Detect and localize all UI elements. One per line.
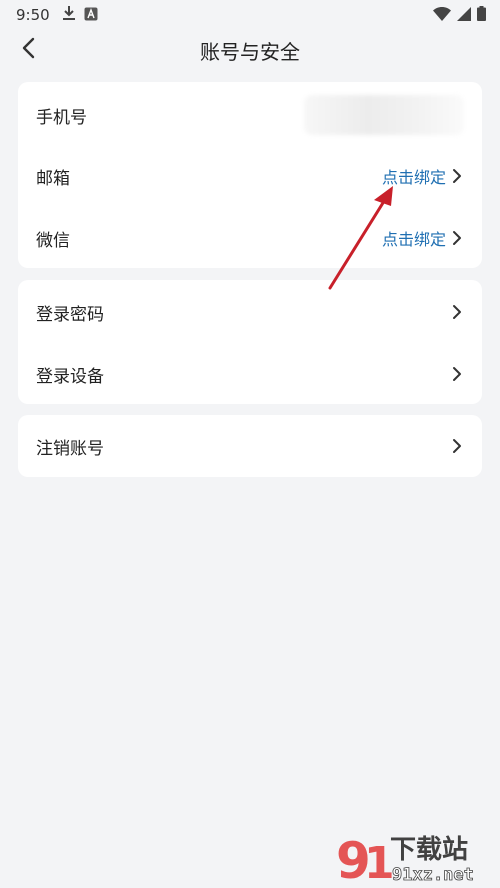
- status-icons-left: [62, 5, 98, 25]
- back-button[interactable]: [14, 36, 42, 64]
- header: 账号与安全: [0, 30, 500, 70]
- row-email-right[interactable]: 点击绑定: [382, 164, 464, 188]
- chevron-right-icon: [450, 437, 464, 455]
- row-cancel-account-right: [450, 437, 464, 455]
- battery-icon: [477, 5, 486, 25]
- email-bind-link[interactable]: 点击绑定: [382, 164, 446, 188]
- wechat-bind-link[interactable]: 点击绑定: [382, 226, 446, 250]
- status-bar: 9:50: [0, 0, 500, 30]
- status-icons-right: [433, 5, 486, 25]
- row-phone-value: [304, 95, 464, 135]
- row-phone-label: 手机号: [36, 107, 87, 128]
- row-wechat[interactable]: 微信 点击绑定: [18, 207, 482, 269]
- watermark: 9 1 下载站 91xz.net: [328, 826, 498, 886]
- row-login-password-label: 登录密码: [36, 304, 104, 325]
- cancel-card: 注销账号: [18, 415, 482, 477]
- watermark-logo: 9 1 下载站 91xz.net: [336, 832, 474, 886]
- chevron-left-icon: [21, 37, 35, 63]
- row-wechat-label: 微信: [36, 230, 70, 251]
- download-icon: [62, 5, 76, 25]
- row-wechat-right[interactable]: 点击绑定: [382, 226, 464, 250]
- security-card: 登录密码 登录设备: [18, 280, 482, 404]
- row-login-password[interactable]: 登录密码: [18, 281, 482, 343]
- row-login-password-right: [450, 303, 464, 321]
- row-email-label: 邮箱: [36, 168, 70, 189]
- account-card: 手机号 邮箱 点击绑定 微信 点击绑定: [18, 82, 482, 268]
- row-email[interactable]: 邮箱 点击绑定: [18, 145, 482, 207]
- svg-text:下载站: 下载站: [390, 835, 468, 865]
- row-login-devices[interactable]: 登录设备: [18, 343, 482, 405]
- row-cancel-account-label: 注销账号: [36, 438, 104, 459]
- a-icon: [84, 6, 98, 25]
- chevron-right-icon: [450, 167, 464, 185]
- svg-text:91xz.net: 91xz.net: [392, 865, 474, 885]
- chevron-right-icon: [450, 365, 464, 383]
- status-time: 9:50: [16, 6, 50, 24]
- wifi-icon: [433, 6, 451, 25]
- chevron-right-icon: [450, 229, 464, 247]
- row-phone[interactable]: 手机号: [18, 84, 482, 146]
- chevron-right-icon: [450, 303, 464, 321]
- row-login-devices-label: 登录设备: [36, 366, 104, 387]
- signal-icon: [457, 6, 471, 25]
- page-title: 账号与安全: [200, 39, 300, 64]
- row-login-devices-right: [450, 365, 464, 383]
- row-cancel-account[interactable]: 注销账号: [18, 415, 482, 477]
- phone-number-blurred: [304, 95, 464, 135]
